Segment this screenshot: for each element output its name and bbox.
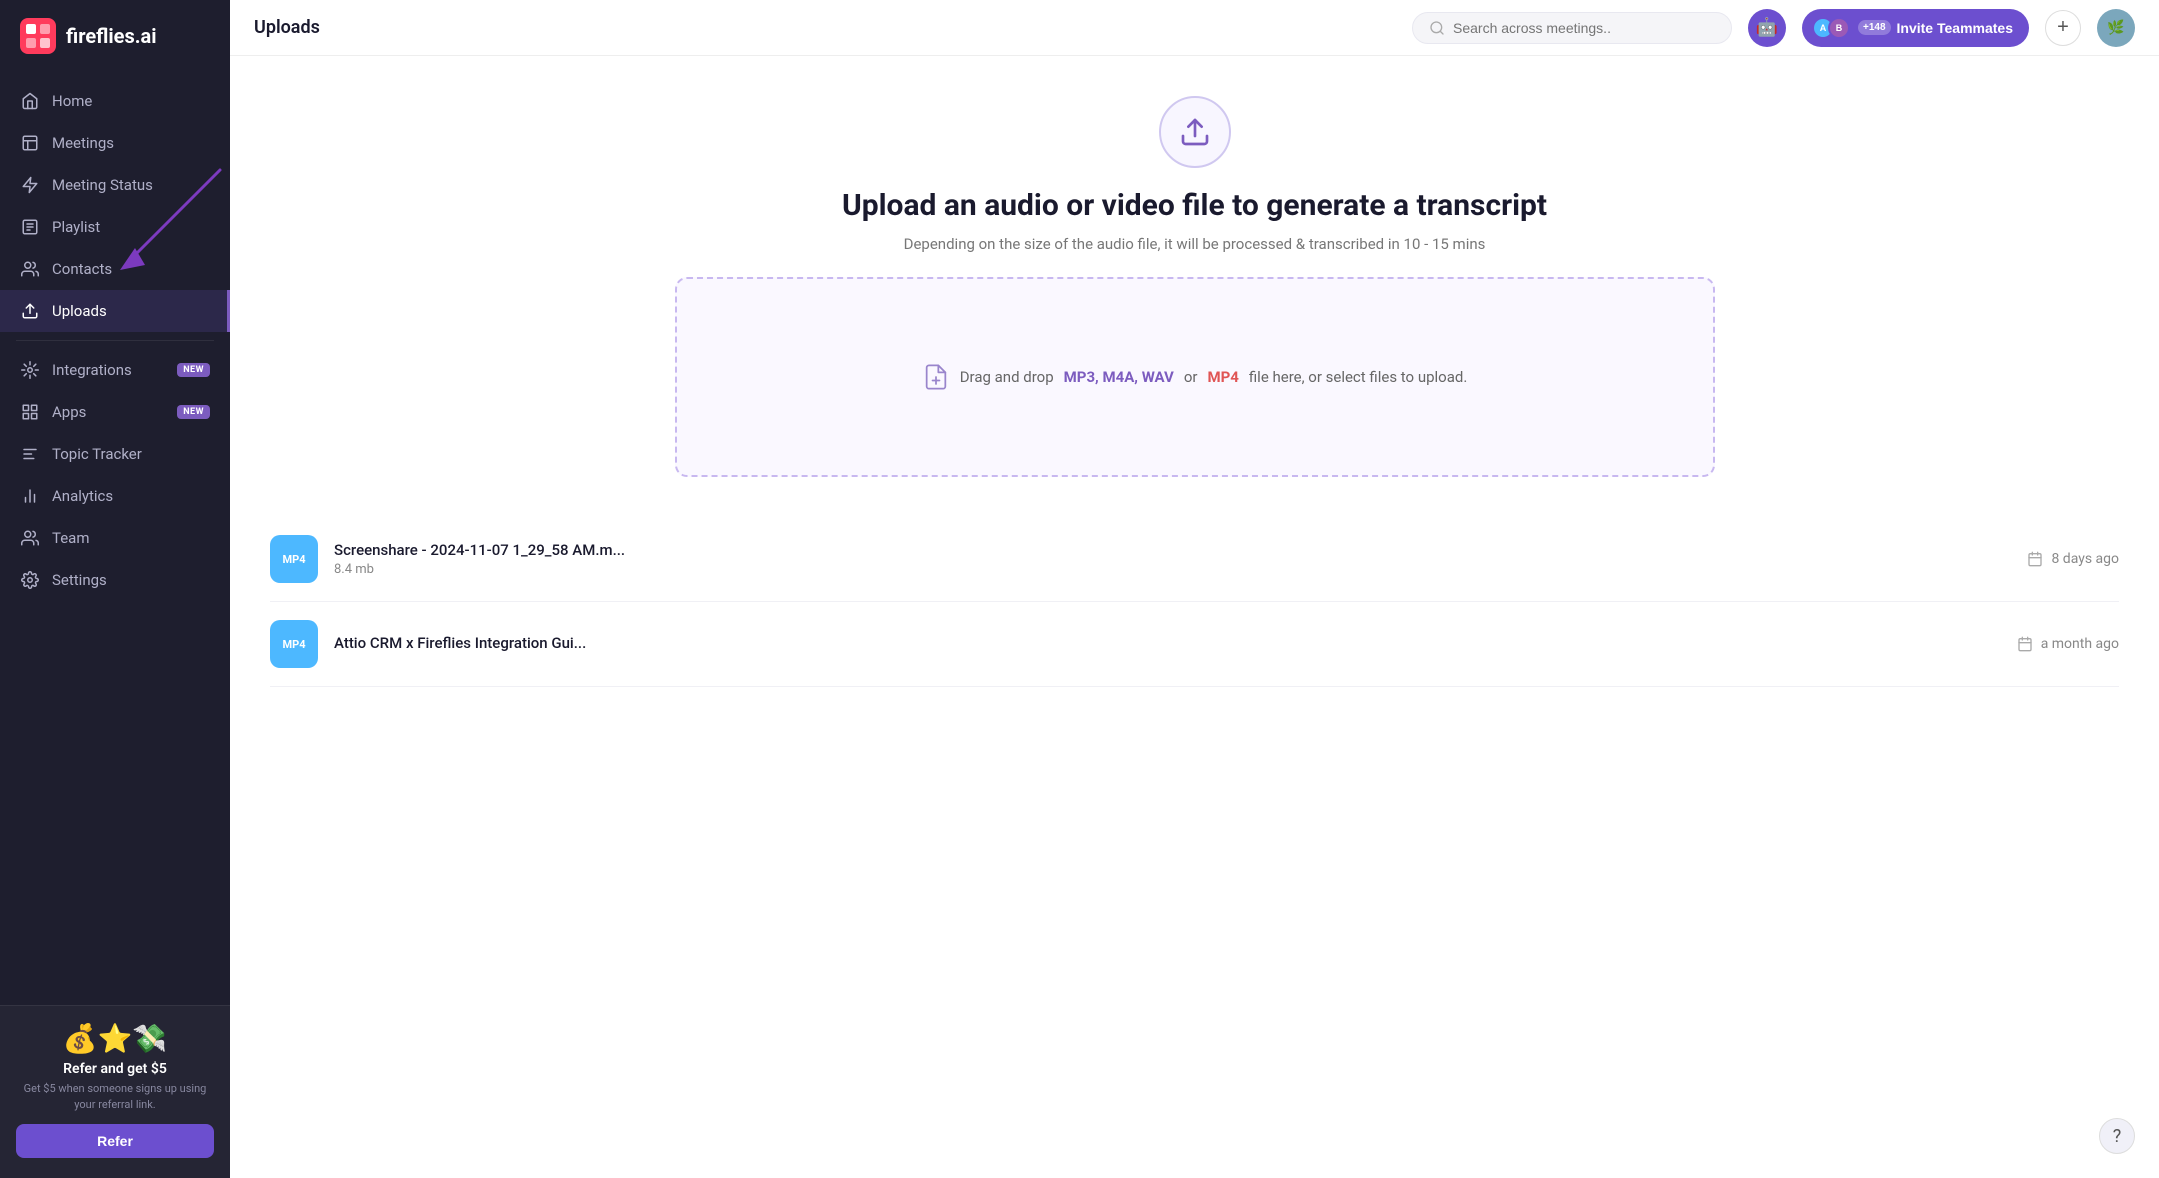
uploads-content: Upload an audio or video file to generat… [230, 56, 2159, 1178]
file-size-1: 8.4 mb [334, 562, 2011, 577]
upload-subtitle: Depending on the size of the audio file,… [904, 235, 1486, 253]
sidebar-refer-section: 💰⭐💸 Refer and get $5 Get $5 when someone… [0, 1005, 230, 1178]
sidebar-item-settings-label: Settings [52, 571, 210, 589]
app-name: fireflies.ai [66, 24, 157, 48]
file-list: MP4 Screenshare - 2024-11-07 1_29_58 AM.… [230, 507, 2159, 707]
sidebar-item-uploads[interactable]: Uploads [0, 290, 230, 332]
search-input[interactable] [1453, 20, 1715, 36]
sidebar-item-home[interactable]: Home [0, 80, 230, 122]
add-button[interactable]: + [2045, 10, 2081, 46]
sidebar-logo[interactable]: fireflies.ai [0, 0, 230, 72]
file-meta-1: 8 days ago [2027, 551, 2119, 567]
file-item[interactable]: MP4 Screenshare - 2024-11-07 1_29_58 AM.… [270, 517, 2119, 602]
playlist-icon [20, 217, 40, 237]
file-date-2: a month ago [2041, 636, 2119, 652]
sidebar-item-settings[interactable]: Settings [0, 559, 230, 601]
status-icon [20, 175, 40, 195]
drop-formats-purple: MP3, M4A, WAV [1064, 368, 1174, 386]
upload-icon-circle [1159, 96, 1231, 168]
drop-zone[interactable]: Drag and drop MP3, M4A, WAV or MP4 file … [675, 277, 1715, 477]
file-upload-icon [922, 363, 950, 391]
sidebar-item-playlist-label: Playlist [52, 218, 210, 236]
refer-description: Get $5 when someone signs up using your … [16, 1081, 214, 1112]
upload-title: Upload an audio or video file to generat… [842, 188, 1547, 223]
meetings-icon [20, 133, 40, 153]
sidebar: fireflies.ai Home Meetings Meeting Statu… [0, 0, 230, 1178]
settings-icon [20, 570, 40, 590]
invite-teammates-button[interactable]: A B +148 Invite Teammates [1802, 9, 2029, 47]
robot-avatar[interactable]: 🤖 [1748, 9, 1786, 47]
help-button[interactable]: ? [2099, 1118, 2135, 1154]
calendar-icon [2027, 551, 2043, 567]
sidebar-item-home-label: Home [52, 92, 210, 110]
file-info-1: Screenshare - 2024-11-07 1_29_58 AM.m...… [334, 541, 2011, 577]
drop-zone-content: Drag and drop MP3, M4A, WAV or MP4 file … [922, 363, 1468, 391]
main-content: Uploads 🤖 A B +148 Invite Teammates + 🌿 … [230, 0, 2159, 1178]
sidebar-item-integrations-label: Integrations [52, 361, 165, 379]
file-badge-2: MP4 [270, 620, 318, 668]
calendar-icon-2 [2017, 636, 2033, 652]
refer-button[interactable]: Refer [16, 1124, 214, 1158]
avatar-2: B [1828, 17, 1850, 39]
home-icon [20, 91, 40, 111]
header: Uploads 🤖 A B +148 Invite Teammates + 🌿 [230, 0, 2159, 56]
file-date-1: 8 days ago [2051, 551, 2119, 567]
sidebar-item-analytics[interactable]: Analytics [0, 475, 230, 517]
search-bar[interactable] [1412, 12, 1732, 44]
uploads-icon [20, 301, 40, 321]
refer-emoji: 💰⭐💸 [16, 1022, 214, 1055]
team-icon [20, 528, 40, 548]
drop-format-red: MP4 [1207, 368, 1238, 386]
topic-icon [20, 444, 40, 464]
sidebar-item-topic-tracker-label: Topic Tracker [52, 445, 210, 463]
sidebar-item-meeting-status-label: Meeting Status [52, 176, 210, 194]
drop-text-or: or [1184, 368, 1198, 386]
upload-icon [1179, 116, 1211, 148]
apps-icon [20, 402, 40, 422]
sidebar-item-team-label: Team [52, 529, 210, 547]
drop-text-after: file here, or select files to upload. [1249, 368, 1467, 386]
file-item-2[interactable]: MP4 Attio CRM x Fireflies Integration Gu… [270, 602, 2119, 687]
sidebar-item-apps-label: Apps [52, 403, 165, 421]
sidebar-item-meetings[interactable]: Meetings [0, 122, 230, 164]
file-info-2: Attio CRM x Fireflies Integration Gui... [334, 634, 2001, 655]
user-avatar[interactable]: 🌿 [2097, 9, 2135, 47]
integrations-badge: NEW [177, 363, 210, 377]
sidebar-item-uploads-label: Uploads [52, 302, 207, 320]
file-badge-1: MP4 [270, 535, 318, 583]
sidebar-item-meetings-label: Meetings [52, 134, 210, 152]
page-title: Uploads [254, 17, 320, 38]
apps-badge: NEW [177, 405, 210, 419]
sidebar-nav: Home Meetings Meeting Status Playlist [0, 72, 230, 1005]
sidebar-item-playlist[interactable]: Playlist [0, 206, 230, 248]
file-meta-2: a month ago [2017, 636, 2119, 652]
sidebar-item-integrations[interactable]: Integrations NEW [0, 349, 230, 391]
contacts-icon [20, 259, 40, 279]
invite-label: Invite Teammates [1897, 20, 2013, 36]
sidebar-item-team[interactable]: Team [0, 517, 230, 559]
search-icon [1429, 20, 1445, 36]
integrations-icon [20, 360, 40, 380]
sidebar-item-contacts-label: Contacts [52, 260, 210, 278]
file-name-1: Screenshare - 2024-11-07 1_29_58 AM.m... [334, 541, 2011, 559]
invite-count: +148 [1858, 20, 1891, 35]
fireflies-logo-icon [20, 18, 56, 54]
sidebar-item-analytics-label: Analytics [52, 487, 210, 505]
sidebar-item-contacts[interactable]: Contacts [0, 248, 230, 290]
sidebar-divider [16, 340, 214, 341]
file-name-2: Attio CRM x Fireflies Integration Gui... [334, 634, 2001, 652]
invite-avatars: A B [1818, 17, 1850, 39]
drop-text-before: Drag and drop [960, 368, 1054, 386]
analytics-icon [20, 486, 40, 506]
upload-hero: Upload an audio or video file to generat… [230, 56, 2159, 507]
sidebar-item-topic-tracker[interactable]: Topic Tracker [0, 433, 230, 475]
refer-title: Refer and get $5 [16, 1061, 214, 1077]
sidebar-item-meeting-status[interactable]: Meeting Status [0, 164, 230, 206]
sidebar-item-apps[interactable]: Apps NEW [0, 391, 230, 433]
help-icon: ? [2113, 1126, 2122, 1147]
